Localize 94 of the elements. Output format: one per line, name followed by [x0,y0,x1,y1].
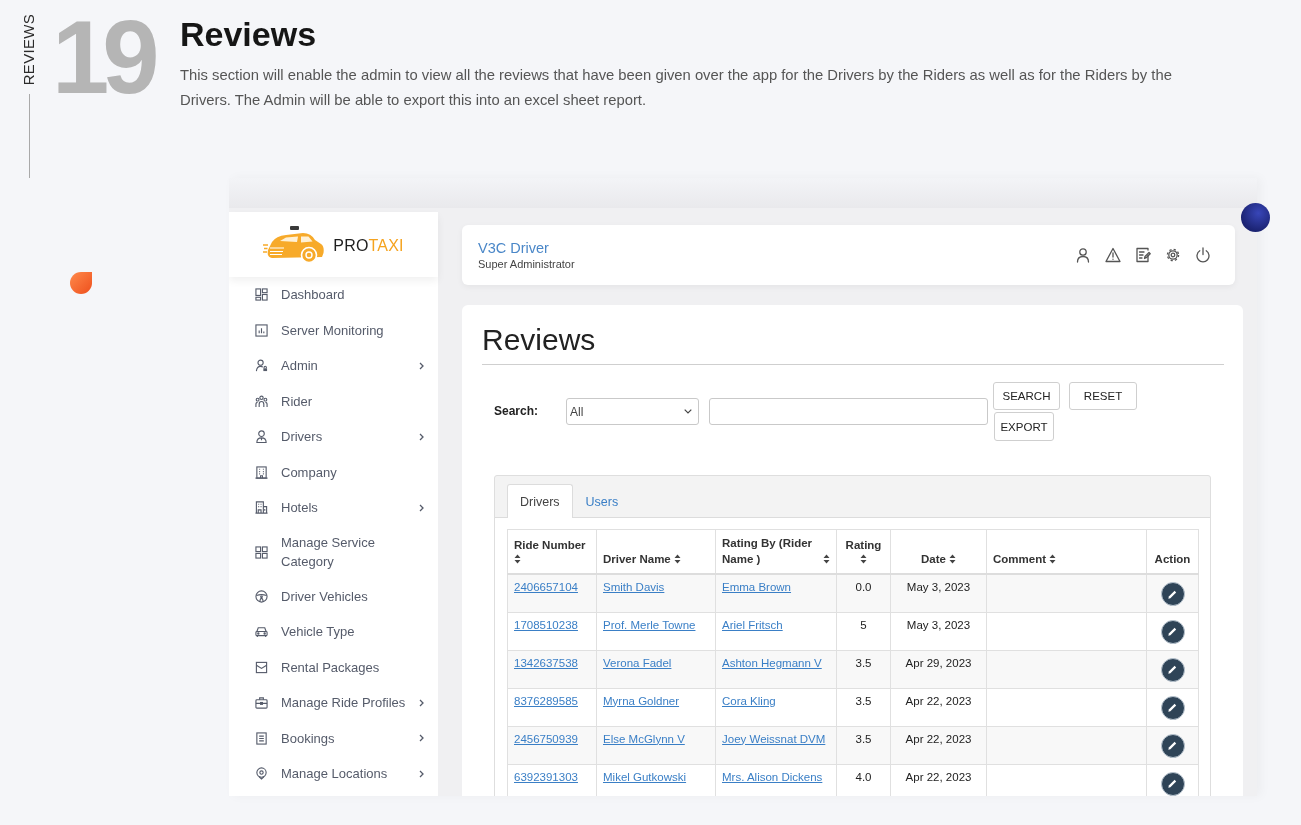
date-cell: Apr 22, 2023 [905,732,972,745]
warning-icon[interactable] [1105,247,1121,263]
rating-cell: 3.5 [855,694,872,707]
sidebar-item[interactable]: Rental Packages [229,649,438,685]
user-name: V3C Driver [478,239,549,257]
section-label: REVIEWS [20,14,38,86]
sidebar-item[interactable]: Manage Locations [229,756,438,792]
driver-name-link[interactable]: Smith Davis [603,581,665,593]
briefcase-icon [255,696,268,710]
sidebar-item[interactable]: Driver Vehicles [229,578,438,614]
rider-name-link[interactable]: Emma Brown [722,581,792,593]
date-cell: May 3, 2023 [906,581,971,593]
column-header: Date [921,552,946,567]
grid-icon [255,545,268,559]
reset-button[interactable]: RESET [1069,382,1137,410]
steering-wheel-icon [255,589,268,603]
sort-icon[interactable] [823,554,830,564]
sidebar-item[interactable]: Admin [229,348,438,384]
pencil-icon [1167,702,1178,713]
search-label: Search: [494,403,540,420]
date-cell: Apr 29, 2023 [905,656,972,669]
column-header: Driver Name [603,552,671,567]
section-number: 19 [52,14,155,102]
pencil-icon [1167,626,1178,637]
pencil-icon [1167,778,1178,789]
column-header: Ride Number [514,538,586,553]
sidebar-item[interactable]: Manage Service Category [229,525,438,579]
date-cell: May 3, 2023 [906,618,971,631]
pencil-icon [1167,664,1178,675]
user-lock-icon [255,359,268,373]
sort-icon[interactable] [514,554,521,564]
power-icon[interactable] [1195,247,1211,263]
tab[interactable]: Drivers [507,484,573,518]
bar-chart-icon [255,323,268,337]
edit-button[interactable] [1160,771,1185,796]
page-title: Reviews [482,322,597,358]
hotel-icon [255,501,268,515]
column-header: Rating [845,538,882,553]
search-field[interactable] [709,398,988,425]
edit-button[interactable] [1160,657,1185,682]
filter-select[interactable]: All [566,398,699,425]
sort-icon[interactable] [948,554,956,564]
box-icon [255,660,268,674]
section-description: This section will enable the admin to view all the reviews that have been given over the app for the Drivers by the Riders as well as for the Riders by the Drivers. The Admin will be able to export this into an excel sheet report. [180,66,1173,110]
edit-button[interactable] [1160,695,1185,720]
rating-cell: 3.5 [855,732,872,745]
sidebar-item[interactable]: Vehicle Type [229,614,438,650]
export-button[interactable]: EXPORT [994,412,1054,441]
edit-button[interactable] [1160,619,1185,644]
people-icon [255,394,268,408]
sidebar-item[interactable]: Bookings [229,720,438,756]
rating-cell: 5 [860,618,867,631]
sidebar-item[interactable]: Hotels [229,490,438,526]
person-icon [255,430,268,444]
sidebar-item[interactable]: Rider [229,383,438,419]
drop-icon [70,272,92,294]
sidebar-item[interactable]: Company [229,454,438,490]
driver-name-link[interactable]: Verona Fadel [603,656,672,669]
rating-cell: 0.0 [855,581,872,593]
location-pin-icon [255,767,268,781]
section-title: Reviews [180,14,318,54]
edit-button[interactable] [1160,733,1185,758]
building-icon [255,465,268,479]
rider-name-link[interactable]: Ariel Fritsch [722,618,783,631]
settings-icon[interactable] [1165,247,1181,263]
sidebar-item[interactable]: Manage Ride Profiles [229,685,438,721]
edit-document-icon[interactable] [1135,247,1151,263]
sort-icon[interactable] [1049,554,1057,564]
column-header: Rating By (Rider Name ) [722,536,814,567]
rider-name-link[interactable]: Cora Kling [722,694,776,707]
sort-icon[interactable] [673,554,681,564]
logo-text: PROTAXI [333,236,404,255]
sidebar-item[interactable]: Dashboard [229,277,438,313]
date-cell: Apr 22, 2023 [905,770,972,783]
caret-icon [684,409,692,414]
user-icon[interactable] [1075,247,1091,263]
user-role: Super Administrator [478,256,575,271]
car-icon [255,625,268,639]
tab[interactable]: Users [572,484,632,518]
sidebar-item[interactable]: Drivers [229,419,438,455]
taxi-car-icon [263,224,326,265]
date-cell: Apr 22, 2023 [905,694,972,707]
document-icon [255,731,268,745]
rating-cell: 4.0 [855,770,872,783]
edit-button[interactable] [1160,582,1185,606]
search-button[interactable]: SEARCH [993,382,1060,410]
sidebar-item[interactable]: Server Monitoring [229,312,438,348]
column-header: Comment [993,552,1047,567]
sort-icon[interactable] [860,554,867,564]
rating-cell: 3.5 [855,656,872,669]
pencil-icon [1167,740,1178,751]
dashboard-icon [255,288,268,302]
pencil-icon [1167,588,1178,600]
column-header: Action [1154,552,1191,567]
